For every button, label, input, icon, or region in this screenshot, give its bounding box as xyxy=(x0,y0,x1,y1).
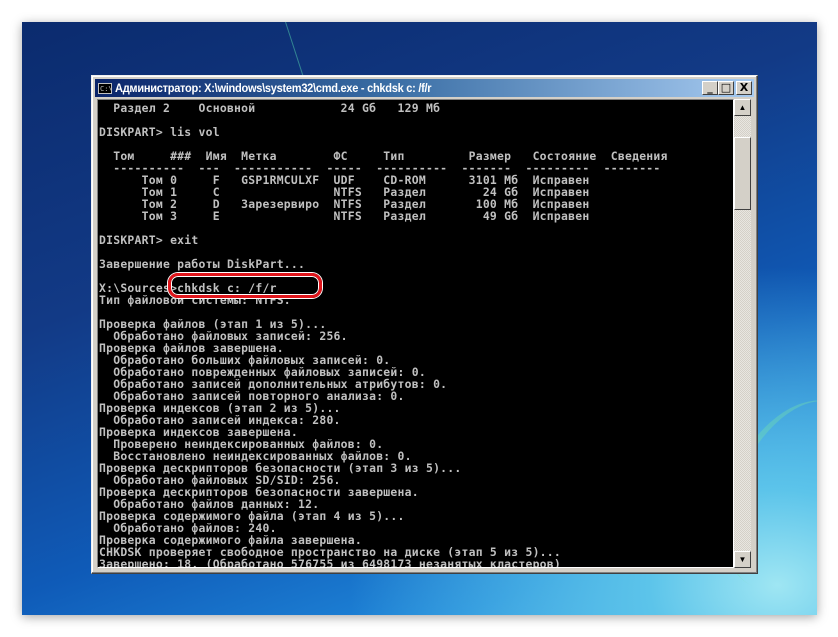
minimize-button[interactable]: _ xyxy=(702,81,718,95)
console-line: Завершено: 18. (Обработано 576755 из 649… xyxy=(99,557,562,568)
wallpaper-streak xyxy=(285,22,305,80)
scrollbar-thumb[interactable] xyxy=(734,137,751,210)
window-controls: _ □ X xyxy=(702,81,752,95)
console-line: Том 3 E NTFS Раздел 49 Gб Исправен xyxy=(99,209,590,223)
close-button[interactable]: X xyxy=(736,81,752,95)
console-output[interactable]: Раздел 2 Основной 24 Gб 129 Mб DISKPART> … xyxy=(97,99,734,568)
cmd-icon[interactable]: C:\. xyxy=(98,82,112,94)
vertical-scrollbar[interactable]: ▲ ▼ xyxy=(734,99,751,568)
title-bar[interactable]: C:\. Администратор: X:\windows\system32\… xyxy=(95,79,754,97)
console-line: DISKPART> lis vol xyxy=(99,125,220,139)
scroll-down-arrow-icon[interactable]: ▼ xyxy=(734,551,751,568)
console-line: DISKPART> exit xyxy=(99,233,199,247)
window-title: Администратор: X:\windows\system32\cmd.e… xyxy=(115,81,432,95)
console-line: Раздел 2 Основной 24 Gб 129 Mб xyxy=(99,101,441,115)
highlight-annotation-oval xyxy=(168,273,322,298)
maximize-button[interactable]: □ xyxy=(718,81,734,95)
cmd-window[interactable]: C:\. Администратор: X:\windows\system32\… xyxy=(91,75,758,574)
console-line: Завершение работы DiskPart... xyxy=(99,257,306,271)
scroll-up-arrow-icon[interactable]: ▲ xyxy=(734,99,751,116)
console-lines: Раздел 2 Основной 24 Gб 129 Mб DISKPART> … xyxy=(99,101,668,568)
